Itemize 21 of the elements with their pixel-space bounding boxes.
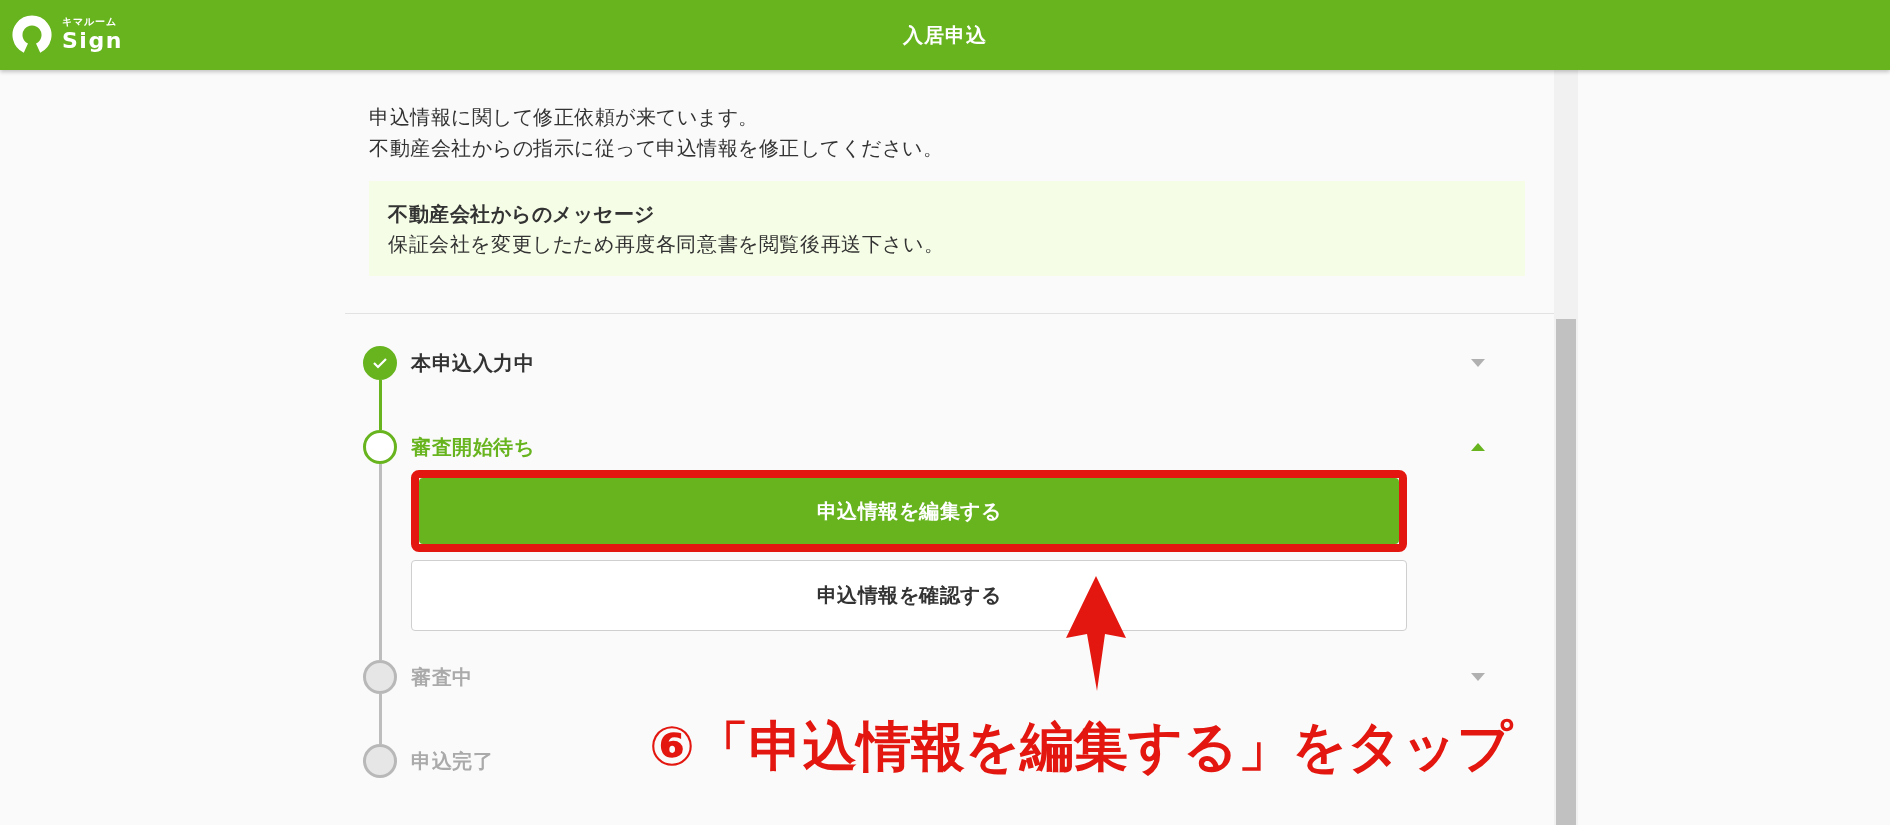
message-body: 保証会社を変更したため再度各同意書を閲覧後再送下さい。 [388, 231, 946, 258]
caret-down-icon[interactable] [1471, 359, 1485, 367]
instruction-text: ⑥「申込情報を編集する」をタップ [649, 715, 1512, 779]
step-label: 審査中 [411, 663, 473, 691]
logo-name: Sign [62, 28, 123, 54]
step-connector [378, 694, 382, 744]
logo-caption: キマルーム [62, 16, 118, 28]
notice-line: 申込情報に関して修正依頼が来ています。 [369, 104, 760, 131]
step-label: 申込完了 [411, 747, 493, 775]
message-title: 不動産会社からのメッセージ [388, 201, 656, 228]
notice-line: 不動産会社からの指示に従って申込情報を修正してください。 [369, 135, 944, 162]
caret-down-icon[interactable] [1471, 673, 1485, 681]
caret-up-icon[interactable] [1471, 443, 1485, 451]
ring-logo-icon [12, 15, 52, 55]
step-connector [378, 380, 382, 430]
scrollbar-track[interactable] [1554, 70, 1578, 825]
scrollbar-thumb[interactable] [1556, 319, 1576, 825]
step-label: 審査開始待ち [411, 433, 534, 461]
confirm-button[interactable]: 申込情報を確認する [411, 560, 1407, 631]
page-title: 入居申込 [903, 21, 987, 49]
step-label: 本申込入力中 [411, 349, 534, 377]
